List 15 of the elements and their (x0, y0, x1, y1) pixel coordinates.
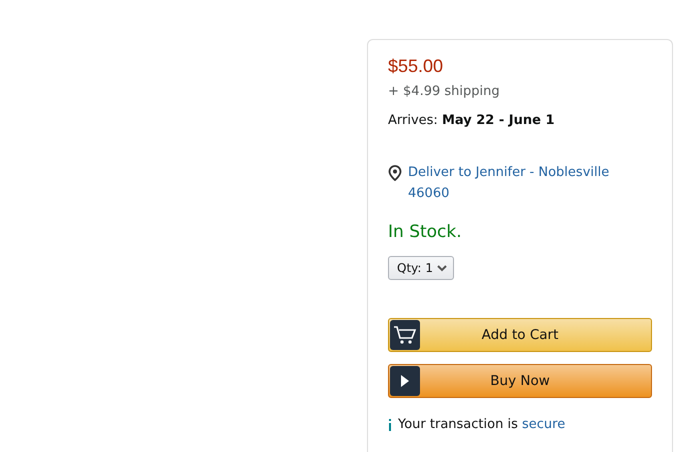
security-note: Your transaction is secure (398, 416, 566, 434)
location-pin-icon (388, 165, 402, 181)
quantity-dropdown[interactable]: Qty: 1 (388, 256, 454, 280)
chevron-down-icon (437, 264, 448, 272)
shipping-cost: + $4.99 shipping (388, 84, 501, 99)
secure-link[interactable]: secure (522, 417, 566, 432)
deliver-to-link[interactable]: Deliver to Jennifer - Noblesville 46060 (408, 162, 610, 204)
arrival-date: Arrives: May 22 - June 1 (388, 113, 556, 128)
buy-now-button[interactable]: Buy Now (388, 364, 652, 398)
cart-icon (390, 320, 420, 350)
info-icon (388, 418, 392, 430)
price: $55.00 (388, 55, 444, 78)
play-icon (390, 366, 420, 396)
add-to-cart-button[interactable]: Add to Cart (388, 318, 652, 352)
stock-status: In Stock. (388, 222, 463, 242)
